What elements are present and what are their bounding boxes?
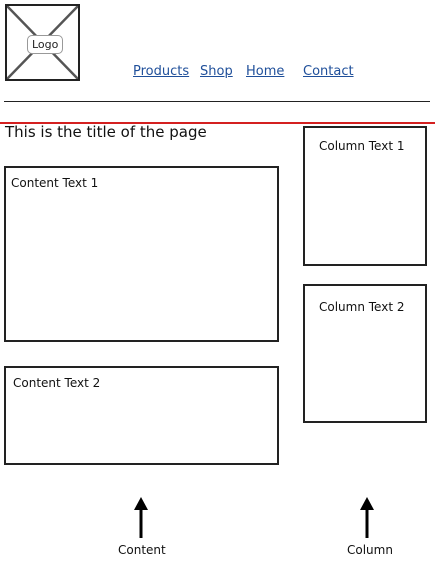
content-box-2-text: Content Text 2 (13, 376, 101, 390)
content-box-1 (4, 166, 279, 342)
logo-label: Logo (27, 35, 64, 54)
column-annotation: Column (347, 543, 393, 557)
nav-link-contact[interactable]: Contact (303, 64, 354, 80)
column-box-1-text: Column Text 1 (319, 139, 405, 153)
logo-placeholder: Logo (5, 4, 80, 81)
nav-link-products[interactable]: Products (133, 64, 189, 80)
arrow-up-icon (360, 497, 374, 538)
header-divider (4, 101, 430, 102)
content-annotation: Content (118, 543, 166, 557)
page-title: This is the title of the page (5, 123, 207, 141)
nav-link-shop[interactable]: Shop (200, 64, 233, 80)
arrow-up-icon (134, 497, 148, 538)
column-box-2-text: Column Text 2 (319, 300, 405, 314)
nav-link-home[interactable]: Home (246, 64, 284, 80)
content-box-1-text: Content Text 1 (11, 176, 99, 190)
